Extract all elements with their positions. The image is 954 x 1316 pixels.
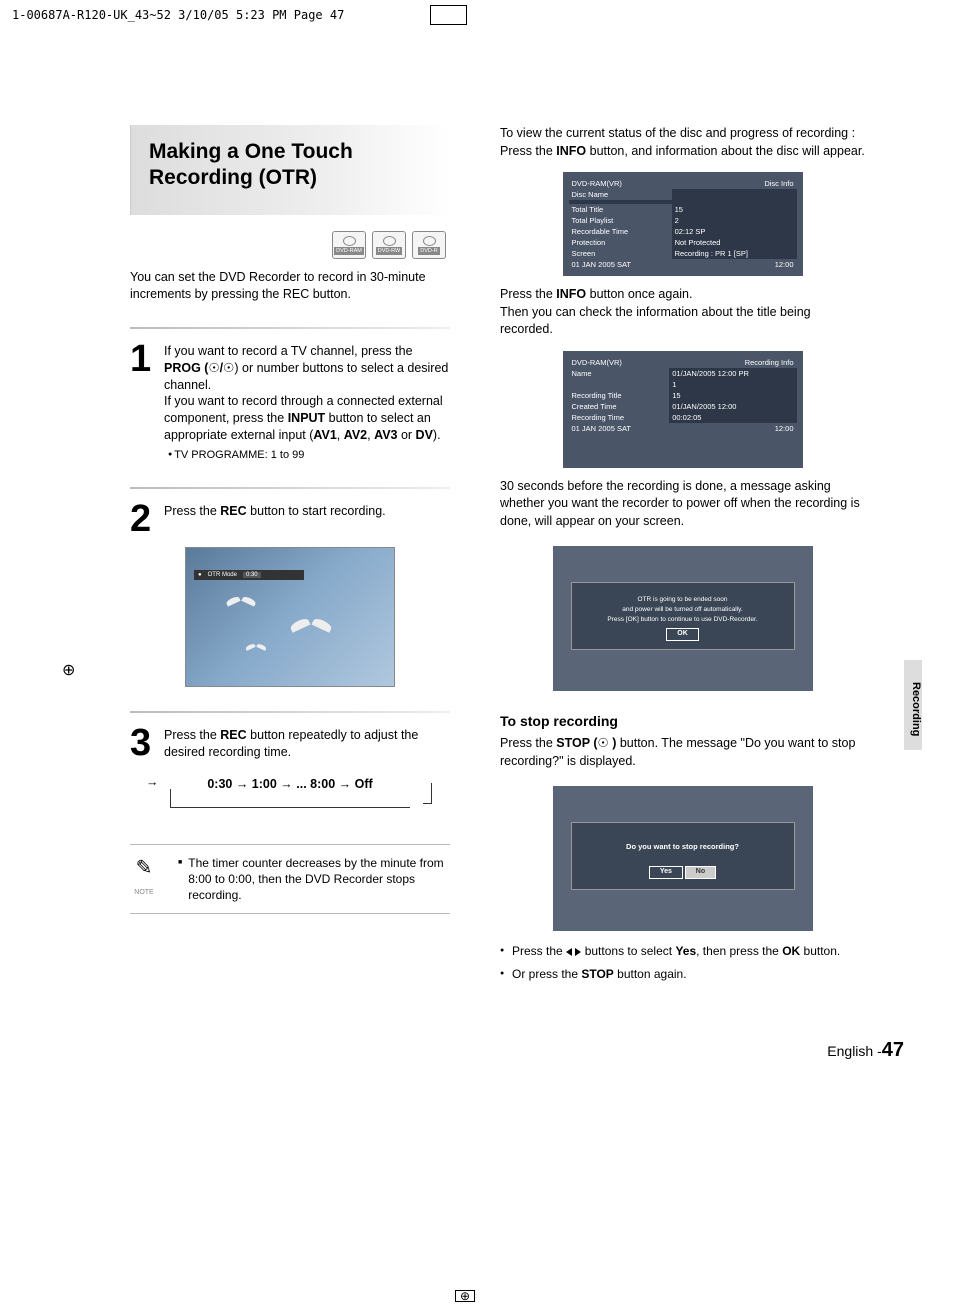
yes-button: Yes xyxy=(649,866,683,879)
intro-text: You can set the DVD Recorder to record i… xyxy=(130,269,450,303)
disc-info-osd: DVD-RAM(VR)Disc Info Disc Name Total Tit… xyxy=(563,172,803,276)
note-text: The timer counter decreases by the minut… xyxy=(188,855,450,904)
seagull-icon xyxy=(246,645,267,653)
section-title-box: Making a One Touch Recording (OTR) xyxy=(130,125,450,215)
crop-mark-icon: ⊕ xyxy=(62,660,75,680)
divider xyxy=(130,711,450,713)
divider xyxy=(130,913,450,914)
seagull-icon xyxy=(290,621,332,638)
disc-type-icons: DVD-RAM DVD-RW DVD-R xyxy=(130,231,446,259)
body-text: Press the INFO button once again.Then yo… xyxy=(500,286,865,339)
stop-bullets: Press the buttons to select Yes, then pr… xyxy=(500,943,865,983)
disc-icon: DVD-RW xyxy=(372,231,406,259)
body-text: Press the STOP (☉ ) button. The message … xyxy=(500,735,865,770)
step-bullet: TV PROGRAMME: 1 to 99 xyxy=(168,448,450,463)
divider xyxy=(130,487,450,489)
time-cycle: 0:30 → 1:00 → ... 8:00 → Off xyxy=(150,773,430,795)
stop-confirm-dialog: Do you want to stop recording? Yes No xyxy=(553,786,813,931)
left-arrow-icon xyxy=(566,948,572,956)
stop-heading: To stop recording xyxy=(500,713,865,729)
note-icon: ✎NOTE xyxy=(130,855,158,904)
step-number: 2 xyxy=(130,503,156,535)
step-number: 3 xyxy=(130,727,156,761)
otr-end-dialog: OTR is going to be ended soon and power … xyxy=(553,546,813,691)
page-title: Making a One Touch Recording (OTR) xyxy=(149,139,432,192)
ok-button: OK xyxy=(666,628,699,641)
body-text: 30 seconds before the recording is done,… xyxy=(500,478,865,531)
side-tab: Recording xyxy=(904,660,922,750)
step-1: 1 If you want to record a TV channel, pr… xyxy=(130,343,450,463)
cycle-underbar xyxy=(170,807,410,808)
divider xyxy=(130,844,450,845)
print-header: 1-00687A-R120-UK_43~52 3/10/05 5:23 PM P… xyxy=(0,0,954,30)
disc-icon: DVD-R xyxy=(412,231,446,259)
note-row: ✎NOTE The timer counter decreases by the… xyxy=(130,855,450,904)
recording-info-osd: DVD-RAM(VR)Recording Info Name01/JAN/200… xyxy=(563,351,803,468)
page-number: English -47 xyxy=(0,1019,954,1082)
disc-icon: DVD-RAM xyxy=(332,231,366,259)
list-item: Press the buttons to select Yes, then pr… xyxy=(512,943,865,960)
tv-preview: ● OTR Mode0:30 xyxy=(185,547,395,687)
list-item: Or press the STOP button again. xyxy=(512,966,865,983)
osd-bar: ● OTR Mode0:30 xyxy=(194,570,304,580)
crop-mark-icon: ⊕ xyxy=(455,1290,475,1302)
seagull-icon xyxy=(226,598,256,610)
step-2: 2 Press the REC button to start recordin… xyxy=(130,503,450,535)
divider xyxy=(130,327,450,329)
no-button: No xyxy=(685,866,716,879)
body-text: To view the current status of the disc a… xyxy=(500,125,865,160)
step-3: 3 Press the REC button repeatedly to adj… xyxy=(130,727,450,761)
page-content: Making a One Touch Recording (OTR) DVD-R… xyxy=(0,30,954,1019)
step-number: 1 xyxy=(130,343,156,463)
